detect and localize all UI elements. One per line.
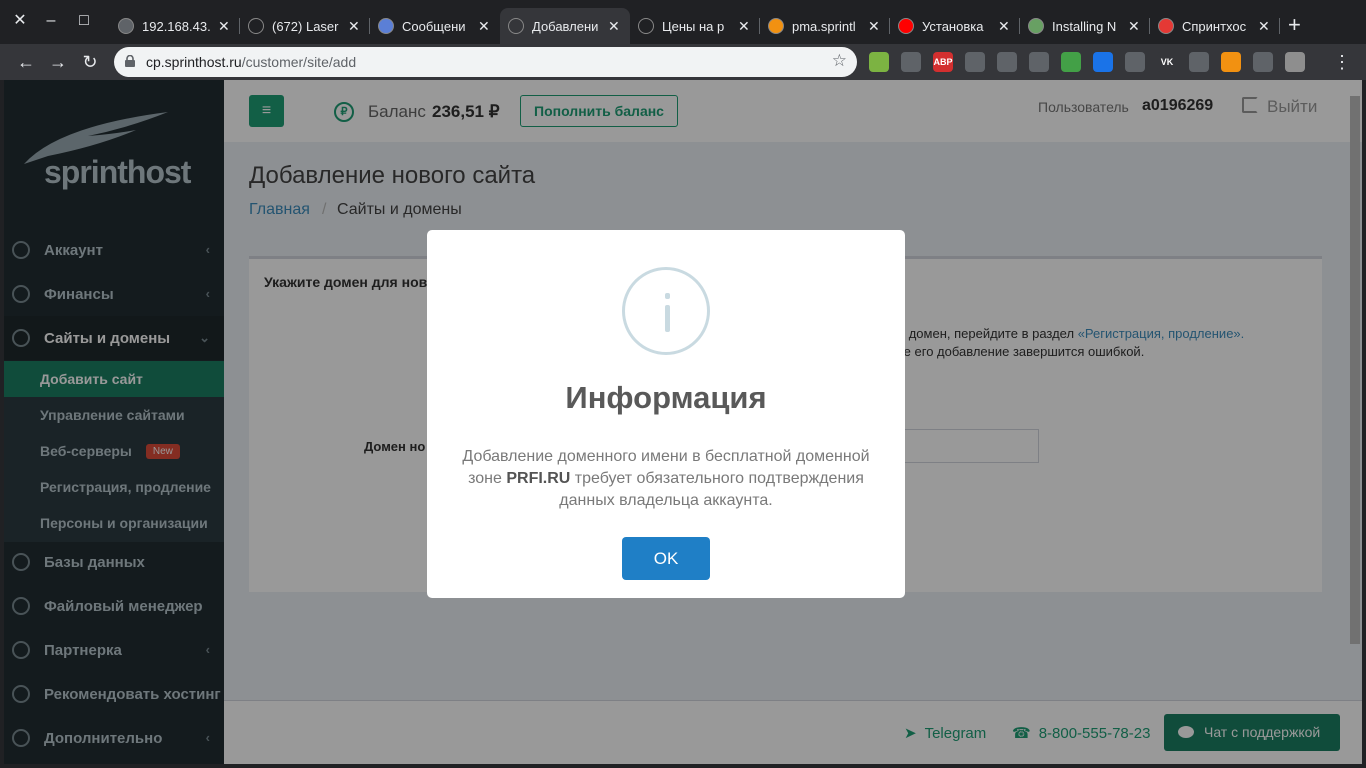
favicon-icon [1158, 18, 1174, 34]
favicon-icon [638, 18, 654, 34]
tab-title: (672) Laser [272, 18, 339, 34]
favicon-icon [118, 18, 134, 34]
browser-tab[interactable]: Спринтхос ✕ [1150, 8, 1280, 44]
ext-9-icon[interactable] [1125, 52, 1145, 72]
favicon-icon [768, 18, 784, 34]
browser-tab[interactable]: pma.sprintl ✕ [760, 8, 890, 44]
tab-title: Сообщени [402, 18, 466, 34]
react-devtools-icon[interactable] [997, 52, 1017, 72]
tab-close-icon[interactable]: ✕ [348, 18, 362, 35]
browser-menu-icon[interactable]: ⋮ [1330, 50, 1354, 74]
favicon-icon [248, 18, 264, 34]
modal-title: Информация [565, 380, 767, 415]
ext-4-icon[interactable] [965, 52, 985, 72]
vk-icon[interactable]: VK [1157, 52, 1177, 72]
browser-tab[interactable]: Добавлени ✕ [500, 8, 630, 44]
ext-11-icon[interactable] [1189, 52, 1209, 72]
tab-close-icon[interactable]: ✕ [738, 18, 752, 35]
ext-12-icon[interactable] [1221, 52, 1241, 72]
tab-close-icon[interactable]: ✕ [218, 18, 232, 35]
favicon-icon [1028, 18, 1044, 34]
maximize-window-icon[interactable]: □ [73, 10, 95, 32]
ext-6-icon[interactable] [1029, 52, 1049, 72]
tab-title: Спринтхос [1182, 18, 1247, 34]
browser-tab[interactable]: 192.168.43. ✕ [110, 8, 240, 44]
favicon-icon [898, 18, 914, 34]
new-tab-button[interactable]: + [1288, 14, 1301, 36]
tab-close-icon[interactable]: ✕ [1128, 18, 1142, 35]
url-host: cp.sprinthost.ru [146, 54, 242, 70]
tab-close-icon[interactable]: ✕ [868, 18, 882, 35]
browser-tab[interactable]: (672) Laser ✕ [240, 8, 370, 44]
tab-title: pma.sprintl [792, 18, 856, 34]
ext-7-icon[interactable] [1061, 52, 1081, 72]
url-text: cp.sprinthost.ru/customer/site/add [146, 54, 356, 70]
browser-tab[interactable]: Installing N ✕ [1020, 8, 1150, 44]
modal-text-part: требует обязательного подтверждения данн… [559, 470, 864, 509]
browser-toolbar: ← → ↻ cp.sprinthost.ru/customer/site/add… [0, 44, 1366, 80]
browser-tab-bar: ✕ – □ 192.168.43. ✕ (672) Laser ✕ Сообщени ✕ Д… [0, 0, 1366, 44]
minimize-window-icon[interactable]: – [40, 10, 62, 32]
tab-title: Добавлени [532, 18, 599, 34]
ok-button[interactable]: OK [622, 537, 710, 580]
tab-title: Installing N [1052, 18, 1117, 34]
tab-close-icon[interactable]: ✕ [478, 18, 492, 35]
favicon-icon [508, 18, 524, 34]
bookmark-star-icon[interactable]: ☆ [832, 51, 847, 71]
browser-tab[interactable]: Установка ✕ [890, 8, 1020, 44]
back-icon[interactable]: ← [14, 50, 38, 74]
modal-domain-zone: PRFI.RU [506, 470, 571, 487]
address-bar[interactable]: cp.sprinthost.ru/customer/site/add ☆ [114, 47, 857, 77]
tab-close-icon[interactable]: ✕ [608, 18, 622, 35]
ext-13-icon[interactable] [1253, 52, 1273, 72]
url-path: /customer/site/add [241, 54, 357, 70]
tab-close-icon[interactable]: ✕ [1258, 18, 1272, 35]
info-icon [622, 267, 710, 355]
browser-tab[interactable]: Цены на р ✕ [630, 8, 760, 44]
close-window-icon[interactable]: ✕ [9, 10, 31, 32]
favicon-icon [378, 18, 394, 34]
tab-title: 192.168.43. [142, 18, 210, 34]
page-content: sprinthost Аккаунт ‹ Финансы ‹ Сайты и домен… [4, 80, 1362, 764]
tab-title: Установка [922, 18, 984, 34]
adblock-icon[interactable]: ABP [933, 52, 953, 72]
tab-title: Цены на р [662, 18, 725, 34]
reload-icon[interactable]: ↻ [78, 50, 102, 74]
browser-tab[interactable]: Сообщени ✕ [370, 8, 500, 44]
info-modal: Информация Добавление доменного имени в … [427, 230, 905, 598]
profile-icon[interactable] [1285, 52, 1305, 72]
tab-close-icon[interactable]: ✕ [998, 18, 1012, 35]
ext-2-icon[interactable] [901, 52, 921, 72]
forward-icon[interactable]: → [46, 50, 70, 74]
lock-icon [125, 55, 135, 67]
modal-message: Добавление доменного имени в бесплатной … [447, 446, 885, 512]
ext-8-icon[interactable] [1093, 52, 1113, 72]
download-ext-icon[interactable] [869, 52, 889, 72]
